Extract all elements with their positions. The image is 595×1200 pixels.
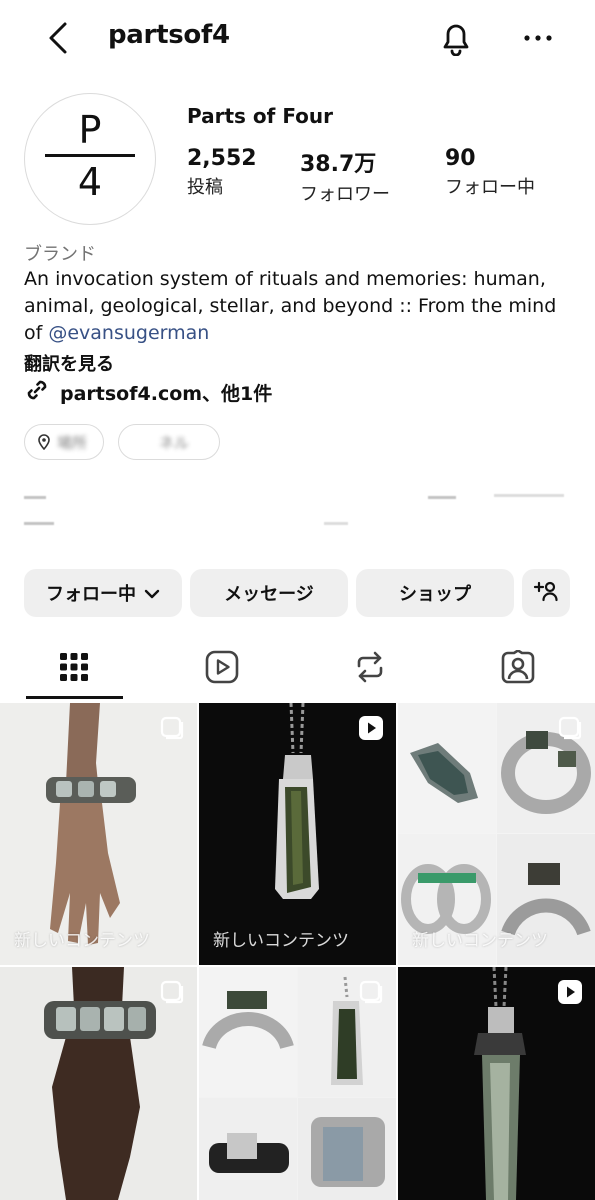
reel-icon [358,715,384,741]
avatar-divider [45,154,135,157]
link-text: partsof4.com、他1件 [60,382,273,405]
carousel-icon [159,715,185,741]
stat-posts[interactable]: 2,552 投稿 [187,146,257,199]
chevron-down-icon [144,583,160,604]
avatar[interactable]: P 4 [24,93,156,225]
profile-bio: An invocation system of rituals and memo… [24,266,576,347]
reels-icon [205,650,239,688]
obscured-highlights [24,490,572,530]
channel-pill-label: ネル [159,433,190,452]
post-grid: 新しいコンテンツ 新しいコンテンツ 新しいコンテンツ [0,703,595,1200]
profile-username: partsof4 [108,20,230,50]
profile-category: ブランド [24,244,96,265]
stat-value: 38.7万 [300,152,377,177]
avatar-letter-top: P [78,108,102,152]
profile-stats: 2,552 投稿 38.7万 フォロワー 90 フォロー中 [187,146,567,206]
grid-post[interactable] [398,967,595,1200]
tab-reels[interactable] [148,640,296,698]
tab-grid[interactable] [0,640,148,698]
shop-button[interactable]: ショップ [356,569,514,617]
post-overlay-text: 新しいコンテンツ [213,931,349,951]
translate-link[interactable]: 翻訳を見る [24,350,114,376]
carousel-icon [557,715,583,741]
stat-label: フォロー中 [445,177,535,198]
reel-icon [557,979,583,1005]
grid-post[interactable] [199,967,396,1200]
stat-following[interactable]: 90 フォロー中 [445,146,535,199]
tab-tagged[interactable] [444,640,592,698]
avatar-letter-bottom: 4 [77,160,103,204]
following-button[interactable]: フォロー中 [24,569,182,617]
channel-pill[interactable]: ネル [118,424,220,460]
tab-reposts[interactable] [296,640,444,698]
more-options-icon[interactable] [518,18,558,58]
tagged-user-icon [500,649,536,688]
grid-post[interactable]: 新しいコンテンツ [0,703,197,965]
grid-icon [59,652,89,686]
message-button[interactable]: メッセージ [190,569,348,617]
grid-post[interactable]: 新しいコンテンツ [199,703,396,965]
post-overlay-text: 新しいコンテンツ [14,931,150,951]
grid-post[interactable]: 新しいコンテンツ [398,703,595,965]
following-button-label: フォロー中 [46,584,136,605]
stat-followers[interactable]: 38.7万 フォロワー [300,146,390,206]
carousel-icon [159,979,185,1005]
profile-link[interactable]: partsof4.com、他1件 [24,378,272,406]
add-person-icon [533,580,559,607]
link-icon [24,377,50,407]
display-name: Parts of Four [187,104,334,128]
stat-value: 90 [445,146,476,171]
carousel-icon [358,979,384,1005]
top-bar: partsof4 [0,0,595,80]
bell-icon[interactable] [436,18,476,58]
active-tab-indicator [26,696,123,699]
stat-label: 投稿 [187,177,223,198]
profile-tabs [0,640,595,702]
stat-label: フォロワー [300,184,390,205]
post-overlay-text: 新しいコンテンツ [412,931,548,951]
back-icon[interactable] [40,18,76,58]
stat-value: 2,552 [187,146,257,171]
shop-button-label: ショップ [399,584,471,605]
repost-icon [354,650,386,688]
bio-mention-link[interactable]: @evansugerman [48,322,209,344]
location-pill[interactable]: 場所 [24,424,104,460]
grid-post[interactable] [0,967,197,1200]
pin-icon [37,434,51,450]
suggest-people-button[interactable] [522,569,570,617]
message-button-label: メッセージ [224,584,314,605]
location-pill-label: 場所 [57,433,88,452]
